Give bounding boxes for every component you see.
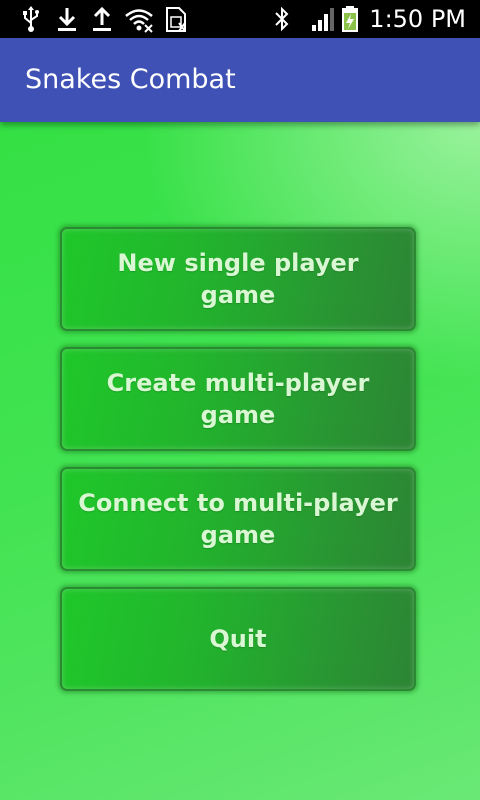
create-multi-player-game-button[interactable]: Create multi-player game <box>60 347 416 451</box>
bluetooth-icon <box>275 6 289 32</box>
usb-icon <box>23 6 39 32</box>
status-bar: 1:50 PM <box>0 0 480 38</box>
connect-to-multi-player-game-button[interactable]: Connect to multi-player game <box>60 467 416 571</box>
wifi-icon <box>125 9 153 33</box>
app-bar: Snakes Combat <box>0 38 480 122</box>
quit-button[interactable]: Quit <box>60 587 416 691</box>
upload-icon <box>93 6 111 31</box>
quit-label: Quit <box>209 625 267 653</box>
app-title: Snakes Combat <box>25 64 236 95</box>
connect-to-multi-player-game-label: Connect to multi-player game <box>78 489 398 549</box>
new-single-player-game-button[interactable]: New single player game <box>60 227 416 331</box>
create-multi-player-game-label: Create multi-player game <box>106 369 370 429</box>
download-icon <box>58 8 76 31</box>
main-menu: New single player game Create multi-play… <box>0 122 480 800</box>
signal-icon <box>312 8 334 31</box>
sim-icon <box>166 7 186 32</box>
status-time: 1:50 PM <box>369 5 466 33</box>
battery-charging-icon <box>342 6 358 32</box>
new-single-player-game-label: New single player game <box>117 249 359 309</box>
